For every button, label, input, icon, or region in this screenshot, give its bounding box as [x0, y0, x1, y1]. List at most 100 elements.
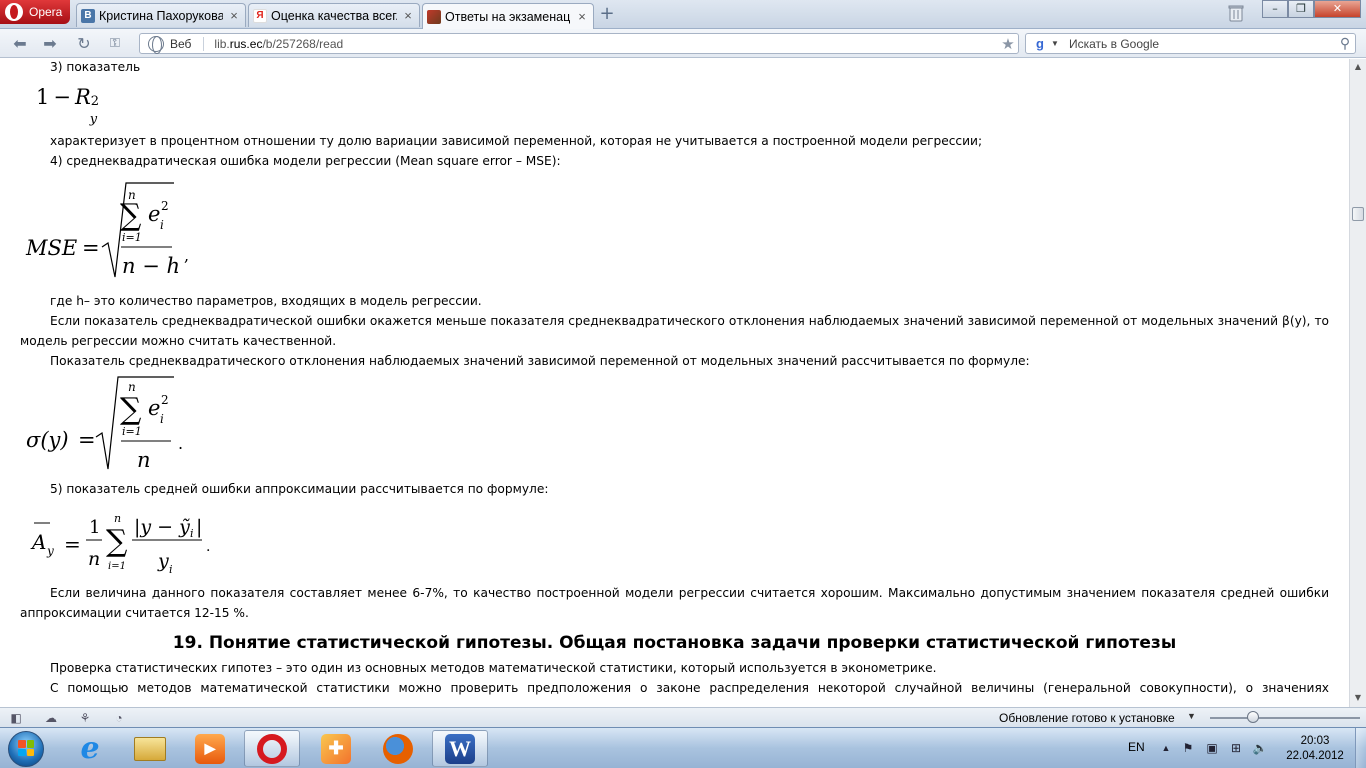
formula-approximation: A y = 1 n n ∑ i=1 |y − ỹ i | y i . — [30, 512, 210, 576]
item5-label: 5) показатель средней ошибки аппроксимац… — [50, 482, 549, 496]
svg-text:i: i — [160, 218, 164, 232]
vertical-scrollbar[interactable]: ▲ ▼ — [1349, 59, 1366, 707]
svg-text:=: = — [78, 428, 96, 452]
taskbar-media-player[interactable]: ▶ — [182, 730, 238, 767]
svg-text:∑: ∑ — [120, 392, 142, 427]
opera-menu-label: Opera — [29, 5, 63, 19]
yandex-icon: Я — [253, 8, 267, 23]
svg-text:i: i — [169, 563, 173, 576]
search-field[interactable]: g ▼ Искать в Google ⚲ — [1025, 33, 1356, 54]
url-text[interactable]: lib.rus.ec/b/257268/read — [214, 37, 998, 51]
svg-text:∑: ∑ — [106, 524, 128, 559]
svg-text:i=1: i=1 — [122, 425, 142, 438]
tab-title: Кристина Пахорукова — [99, 8, 223, 23]
firefox-icon — [383, 733, 413, 764]
taskbar-explorer[interactable] — [122, 730, 178, 767]
formula-mse: MSE = n ∑ i=1 e i 2 n − h , — [25, 182, 189, 278]
wand-key-icon[interactable]: ⚿ — [105, 34, 125, 54]
reload-button[interactable]: ↻ — [74, 34, 94, 54]
chevron-up-icon[interactable]: ▲ — [1158, 740, 1174, 756]
status-bar: ◧ ☁ ⚘ ◔ Обновление готово к установке ▼ — [0, 707, 1366, 727]
update-status[interactable]: Обновление готово к установке — [999, 711, 1175, 725]
scroll-thumb[interactable] — [1352, 207, 1364, 221]
zoom-knob[interactable] — [1247, 711, 1259, 723]
zoom-slider[interactable] — [1210, 711, 1360, 723]
globe-icon — [148, 35, 164, 54]
tab-yandex[interactable]: Я Оценка качества всег... × — [248, 3, 420, 27]
minimize-button[interactable]: – — [1262, 0, 1288, 18]
tab-answers[interactable]: Ответы на экзаменац... × — [422, 3, 594, 29]
scroll-down-icon[interactable]: ▼ — [1350, 690, 1366, 706]
paragraph-approximation: Если величина данного показателя составл… — [20, 586, 1329, 620]
formula-sigma: σ(y) = n ∑ i=1 e i 2 n . — [26, 376, 183, 472]
item3-text: характеризует в процентном отношении ту … — [50, 134, 983, 148]
volume-icon[interactable]: 🔈 — [1252, 740, 1268, 756]
search-icon[interactable]: ⚲ — [1335, 35, 1355, 52]
tab-bar: Opera В Кристина Пахорукова × Я Оценка к… — [0, 0, 1366, 29]
opera-menu-button[interactable]: Opera — [0, 0, 70, 24]
item3-label: 3) показатель — [50, 60, 141, 74]
unite-icon[interactable]: ⚘ — [77, 710, 93, 726]
svg-text:.: . — [178, 434, 183, 453]
tab-vk[interactable]: В Кристина Пахорукова × — [76, 3, 246, 27]
system-tray: EN ▲ ⚑ ▣ ⊞ 🔈 20:03 22.04.2012 — [1120, 728, 1366, 768]
chevron-down-icon[interactable]: ▼ — [1051, 39, 1063, 48]
section-title: 19. Понятие статистической гипотезы. Общ… — [172, 633, 1177, 653]
h-definition: где h– это количество параметров, входящ… — [50, 294, 482, 308]
close-tab-icon[interactable]: × — [227, 8, 241, 23]
opera-link-cloud-icon[interactable]: ☁ — [43, 710, 59, 726]
close-tab-icon[interactable]: × — [401, 8, 415, 23]
forward-button[interactable]: ➡ — [40, 34, 60, 54]
installer-box-icon: ✚ — [321, 733, 351, 764]
media-player-icon: ▶ — [195, 733, 225, 764]
svg-text:y: y — [46, 544, 54, 558]
tab-title: Ответы на экзаменац... — [445, 9, 571, 24]
svg-text:i: i — [190, 527, 194, 540]
svg-text:1: 1 — [89, 517, 100, 538]
svg-text:=: = — [64, 532, 81, 556]
back-button[interactable]: ⬅ — [10, 34, 30, 54]
show-desktop-button[interactable] — [1355, 728, 1366, 768]
taskbar-opera[interactable] — [244, 730, 300, 767]
google-icon: g — [1036, 35, 1044, 51]
maximize-button[interactable]: ❐ — [1288, 0, 1314, 18]
taskbar-internet-explorer[interactable]: e — [62, 730, 118, 767]
language-indicator[interactable]: EN — [1128, 740, 1145, 754]
action-center-flag-icon[interactable]: ⚑ — [1180, 740, 1196, 756]
close-tab-icon[interactable]: × — [575, 9, 589, 24]
svg-text:A: A — [30, 530, 46, 554]
word-icon: W — [445, 733, 475, 764]
svg-text:e: e — [148, 396, 160, 420]
address-bar[interactable]: Веб lib.rus.ec/b/257268/read ★ — [139, 33, 1019, 54]
paragraph-mse: Если показатель среднеквадратической оши… — [20, 314, 1329, 348]
svg-text:n − h: n − h — [122, 254, 180, 278]
svg-text:i=1: i=1 — [108, 561, 126, 572]
item4-label: 4) среднеквадратическая ошибка модели ре… — [50, 154, 561, 168]
scroll-up-icon[interactable]: ▲ — [1350, 59, 1366, 75]
panel-toggle-icon[interactable]: ◧ — [8, 710, 24, 726]
internet-explorer-icon: e — [80, 731, 100, 766]
start-button[interactable] — [4, 729, 48, 768]
chevron-down-icon[interactable]: ▼ — [1187, 711, 1196, 721]
svg-text:2: 2 — [161, 199, 169, 213]
close-window-button[interactable]: ✕ — [1314, 0, 1361, 18]
trash-icon[interactable] — [1228, 4, 1244, 22]
svg-text:=: = — [82, 236, 100, 260]
search-placeholder: Искать в Google — [1069, 36, 1160, 51]
windows-taskbar: e ▶ ✚ W EN ▲ ⚑ ▣ ⊞ 🔈 20:03 22.04.2012 — [0, 727, 1366, 768]
bookmark-star-icon[interactable]: ★ — [998, 35, 1018, 53]
new-tab-button[interactable]: + — [597, 5, 617, 24]
vk-icon: В — [81, 8, 95, 23]
paragraph-hypothesis-1: Проверка статистических гипотез – это од… — [50, 661, 937, 675]
taskbar-firefox[interactable] — [370, 730, 426, 767]
svg-text:i: i — [160, 412, 164, 426]
taskbar-installer[interactable]: ✚ — [308, 730, 364, 767]
taskbar-word[interactable]: W — [432, 730, 488, 767]
book-icon — [427, 9, 441, 24]
device-icon[interactable]: ▣ — [1204, 740, 1220, 756]
clock[interactable]: 20:03 22.04.2012 — [1280, 734, 1350, 764]
network-icon[interactable]: ⊞ — [1228, 740, 1244, 756]
opera-icon — [257, 733, 287, 764]
svg-text:.: . — [206, 539, 210, 555]
turbo-icon[interactable]: ◔ — [111, 710, 127, 726]
